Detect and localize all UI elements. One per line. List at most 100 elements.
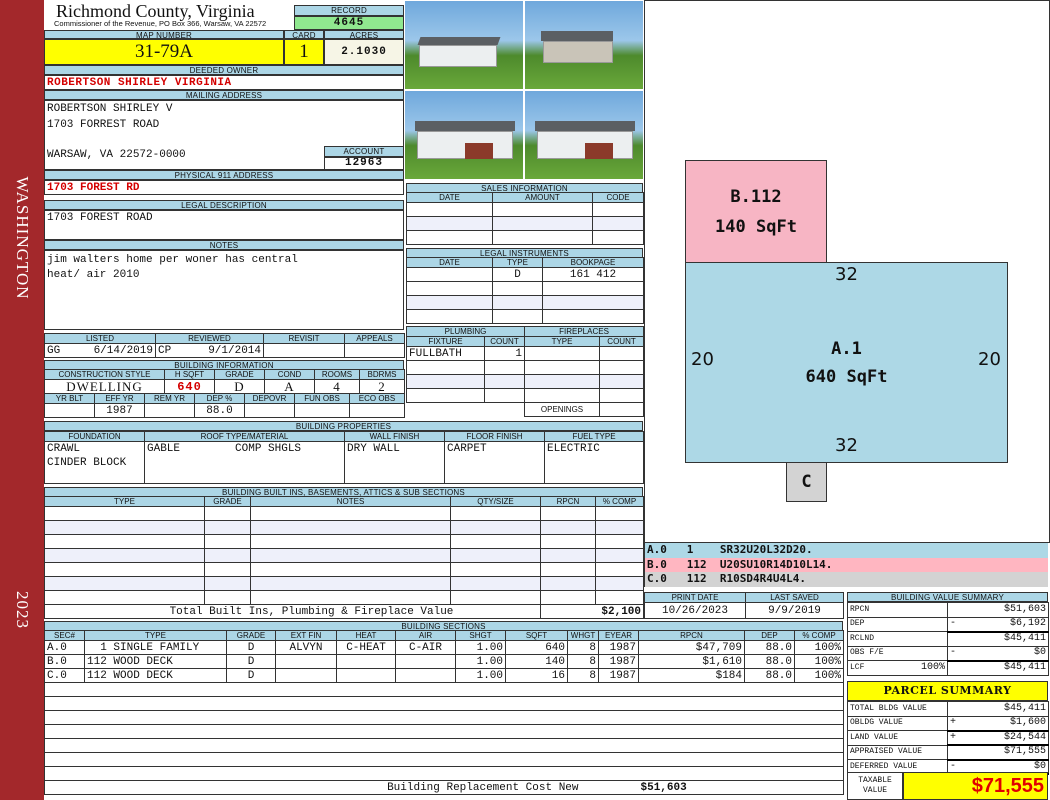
building-info-value: 4 — [314, 379, 360, 394]
sketch-legend-row: B.0 112 U20SU10R14D10L14. — [644, 557, 1048, 572]
summary-amount: $0 — [1033, 647, 1046, 658]
col-header: FUN OBS — [294, 393, 350, 404]
foundation-cell: CRAWL CINDER BLOCK — [44, 441, 145, 484]
col-header: TYPE — [524, 336, 601, 347]
building-info-value: 640 — [164, 379, 215, 394]
col-header: NOTES — [250, 496, 451, 507]
property-photo[interactable] — [404, 90, 524, 180]
property-photo[interactable] — [404, 0, 524, 90]
section-cell: 140 — [505, 654, 568, 669]
owner-name: ROBERTSON SHIRLEY VIRGINIA — [44, 75, 404, 90]
header-row: DATE TYPE BOOKPAGE — [406, 257, 644, 268]
col-header: GRADE — [204, 496, 251, 507]
table-cell — [204, 534, 251, 549]
building-info-table: CONSTRUCTION STYLE H SQFT GRADE COND ROOMS BD… — [44, 369, 405, 394]
roof-cell: GABLE COMP SHGLS — [144, 441, 345, 484]
section-cell — [275, 668, 337, 683]
district-label: WASHINGTON — [13, 176, 32, 300]
card-label: CARD — [284, 30, 324, 39]
section-cell: 100% — [794, 654, 844, 669]
summary-amount: $0 — [1033, 760, 1046, 772]
plumbing-label: PLUMBING — [405, 326, 526, 337]
summary-key: LAND VALUE — [850, 732, 899, 742]
summary-label: LCF 100% — [847, 660, 948, 676]
table-cell — [44, 548, 205, 563]
table-cell — [250, 520, 451, 535]
sketch-area-b[interactable]: B.112 140 SqFt — [685, 160, 827, 263]
dim-right: 20 — [978, 349, 1001, 370]
section-cell: $1,610 — [638, 654, 745, 669]
col-header: CONSTRUCTION STYLE — [44, 369, 165, 380]
col-header: % COMP — [794, 630, 844, 641]
taxable-label: TAXABLE VALUE — [847, 772, 903, 800]
area-label: A.1 — [831, 338, 862, 359]
physical-label: PHYSICAL 911 ADDRESS — [44, 170, 404, 180]
section-cell: 1 SINGLE FAMILY — [84, 640, 227, 655]
dates-table: PRINT DATE LAST SAVED 10/26/2023 9/9/2019 — [644, 592, 844, 619]
last-saved: 9/9/2019 — [745, 602, 844, 619]
table-cell — [450, 548, 541, 563]
col-header: EFF YR — [94, 393, 145, 404]
table-row — [44, 506, 644, 521]
building-info-table-2: YR BLT EFF YR REM YR DEP % DEPOVR FUN OBS ECO … — [44, 393, 405, 418]
builtins-table: TYPE GRADE NOTES QTY/SIZE RPCN% COMP Total Bu… — [44, 496, 644, 619]
summary-operator: + — [950, 717, 957, 728]
table-cell — [492, 309, 543, 324]
sketch-panel[interactable]: B.112 140 SqFt A.1 640 SqFt C 32 32 20 20 — [644, 0, 1050, 543]
col-header: FIXTURE — [406, 336, 485, 347]
col-header: YR BLT — [44, 393, 95, 404]
account-value: 12963 — [324, 157, 404, 170]
section-cell: 1.00 — [455, 640, 506, 655]
table-cell — [450, 562, 541, 577]
summary-value: + $1,600 — [947, 715, 1049, 732]
col-header: FOUNDATION — [44, 431, 145, 442]
col-header: BDRMS — [359, 369, 405, 380]
table-cell — [540, 590, 596, 605]
table-cell — [44, 576, 205, 591]
table-cell — [540, 520, 596, 535]
table-cell — [44, 562, 205, 577]
listed-table: LISTED REVIEWED REVISIT APPEALS GG 6/14/2019… — [44, 333, 405, 358]
building-info-value — [44, 403, 95, 418]
table-cell — [406, 295, 493, 310]
section-cell: 112 WOOD DECK — [84, 654, 227, 669]
legal-label: LEGAL DESCRIPTION — [44, 200, 404, 210]
summary-key: DEP — [850, 619, 865, 629]
table-cell — [204, 548, 251, 563]
revisit-header: REVISIT — [263, 333, 345, 344]
property-photo[interactable] — [524, 0, 644, 90]
legal-description: 1703 FOREST ROAD — [44, 210, 404, 240]
table-cell — [44, 752, 844, 767]
total-row: Building Replacement Cost New $51,603 — [44, 780, 844, 795]
plumbing-fireplaces-table: PLUMBING FIREPLACES FIXTURE COUNT TYPE COUNT F… — [405, 326, 645, 417]
summary-key: OBS F/E — [850, 648, 884, 658]
table-row — [44, 752, 844, 767]
section-cell: D — [226, 654, 276, 669]
property-photo[interactable] — [524, 90, 644, 180]
table-cell — [44, 724, 844, 739]
col-header: DEPOVR — [244, 393, 295, 404]
table-cell — [450, 506, 541, 521]
table-cell — [250, 548, 451, 563]
section-cell: 88.0 — [744, 668, 795, 683]
summary-value: $45,411 — [947, 631, 1049, 647]
dim-top: 32 — [835, 264, 858, 285]
table-cell — [44, 682, 844, 697]
table-cell — [524, 360, 601, 375]
summary-row: OBLDG VALUE + $1,600 — [847, 715, 1049, 732]
table-cell — [44, 506, 205, 521]
table-cell — [595, 562, 644, 577]
building-info-value — [294, 403, 350, 418]
table-cell — [592, 202, 644, 217]
table-row — [406, 202, 644, 217]
col-header: BOOKPAGE — [542, 257, 644, 268]
col-header: SHGT — [455, 630, 506, 641]
table-cell — [406, 281, 493, 296]
section-cell: 100% — [794, 668, 844, 683]
table-row — [44, 534, 644, 549]
col-header: WHGT — [567, 630, 599, 641]
table-cell — [542, 295, 644, 310]
sketch-area-a[interactable]: A.1 640 SqFt — [685, 262, 1008, 463]
sketch-area-c[interactable]: C — [786, 462, 827, 502]
revisit-value — [263, 343, 345, 358]
